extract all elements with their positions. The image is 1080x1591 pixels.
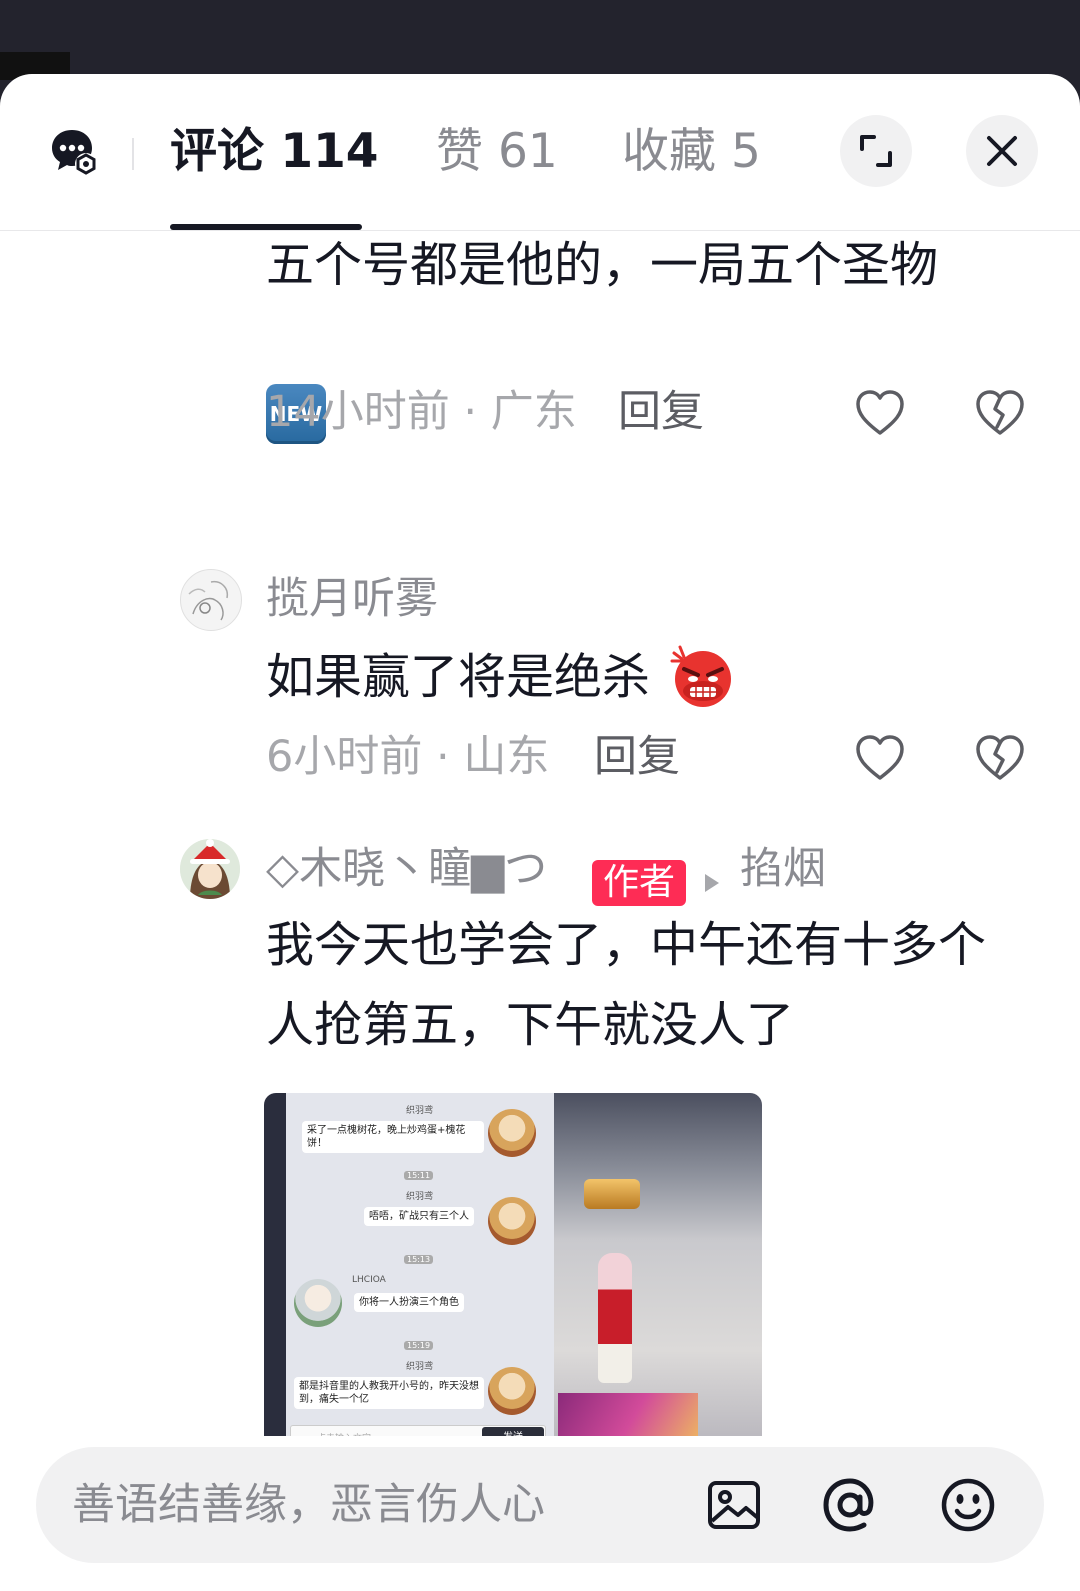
reply-to-username[interactable]: 掐烟 <box>740 841 826 897</box>
reply-button[interactable]: 回复 <box>618 384 704 440</box>
author-badge: 作者 <box>592 860 686 906</box>
dislike-broken-heart-icon[interactable] <box>974 734 1026 782</box>
reply-arrow-icon <box>705 874 719 892</box>
close-button[interactable] <box>966 115 1038 187</box>
comment-image[interactable]: 织羽鸢 采了一点槐树花，晚上炒鸡蛋+槐花饼！ 15:11 织羽鸢 唔唔，矿战只有… <box>264 1093 762 1461</box>
chat-bubble: 唔唔，矿战只有三个人 <box>364 1207 474 1226</box>
game-chat-panel: 织羽鸢 采了一点槐树花，晚上炒鸡蛋+槐花饼！ 15:11 织羽鸢 唔唔，矿战只有… <box>264 1093 554 1461</box>
emoji-icon[interactable] <box>938 1475 998 1535</box>
comment-text: 如果赢了将是绝杀 <box>266 649 651 705</box>
chat-name: LHCIOA <box>352 1275 386 1285</box>
chat-name: 织羽鸢 <box>406 1106 434 1116</box>
mention-icon[interactable] <box>820 1475 880 1535</box>
close-icon <box>987 136 1017 166</box>
chat-avatar <box>294 1279 342 1327</box>
angry-face-icon <box>670 645 731 707</box>
tab-favorites[interactable]: 收藏 5 <box>622 122 761 182</box>
tab-comments[interactable]: 评论 114 <box>170 122 378 182</box>
like-heart-icon[interactable] <box>854 734 906 782</box>
panel-header: 评论 114 赞 61 收藏 5 <box>0 74 1080 231</box>
chat-name: 织羽鸢 <box>406 1192 434 1202</box>
comment-input-placeholder[interactable]: 善语结善缘，恶言伤人心 <box>72 1475 545 1535</box>
comment-panel: 评论 114 赞 61 收藏 5 五个号都是他的，一局五个圣物 NEW 14小时… <box>0 74 1080 1591</box>
image-icon[interactable] <box>704 1475 764 1535</box>
expand-icon <box>860 135 892 167</box>
comment-list[interactable]: 五个号都是他的，一局五个圣物 NEW 14小时前 · 广东 回复 揽月听雾 如果… <box>0 231 1080 1471</box>
like-heart-icon[interactable] <box>854 389 906 437</box>
comment-input-bar[interactable]: 善语结善缘，恶言伤人心 <box>36 1447 1044 1563</box>
chat-bubble: 你将一人扮演三个角色 <box>354 1293 464 1312</box>
active-tab-indicator <box>170 224 362 230</box>
avatar-anime-girl <box>180 839 240 899</box>
avatar-sketch <box>188 580 229 621</box>
comment-text: 五个号都是他的，一局五个圣物 <box>266 237 939 293</box>
chat-settings-icon[interactable] <box>48 126 100 178</box>
chat-avatar <box>488 1367 536 1415</box>
chat-time: 15:19 <box>404 1341 434 1350</box>
chat-avatar <box>488 1109 536 1157</box>
tab-likes[interactable]: 赞 61 <box>436 122 558 182</box>
chat-name: 织羽鸢 <box>406 1362 434 1372</box>
game-sidebar <box>264 1093 286 1461</box>
game-banner <box>584 1179 640 1209</box>
chat-time: 15:13 <box>404 1255 434 1264</box>
comment-meta: 6小时前 · 山东 <box>266 732 550 782</box>
comment-text-line2: 人抢第五，下午就没人了 <box>266 997 795 1053</box>
game-character <box>598 1253 632 1383</box>
reply-button[interactable]: 回复 <box>594 729 680 785</box>
chat-avatar <box>488 1197 536 1245</box>
avatar[interactable] <box>180 839 240 899</box>
comment-text-line1: 我今天也学会了，中午还有十多个 <box>266 917 987 973</box>
comment-username[interactable]: ◇木晓丶瞳▆つ <box>266 841 547 897</box>
game-scene <box>554 1093 762 1461</box>
header-divider <box>132 138 134 170</box>
chat-bubble: 都是抖音里的人教我开小号的，昨天没想到，痛失一个亿 <box>294 1377 484 1409</box>
comment-meta: 14小时前 · 广东 <box>266 387 577 437</box>
comment-username[interactable]: 揽月听雾 <box>266 571 438 627</box>
expand-button[interactable] <box>840 115 912 187</box>
avatar[interactable] <box>180 569 242 631</box>
dislike-broken-heart-icon[interactable] <box>974 389 1026 437</box>
status-bar <box>0 0 1080 80</box>
chat-bubble: 采了一点槐树花，晚上炒鸡蛋+槐花饼！ <box>302 1121 484 1153</box>
chat-time: 15:11 <box>404 1171 434 1180</box>
